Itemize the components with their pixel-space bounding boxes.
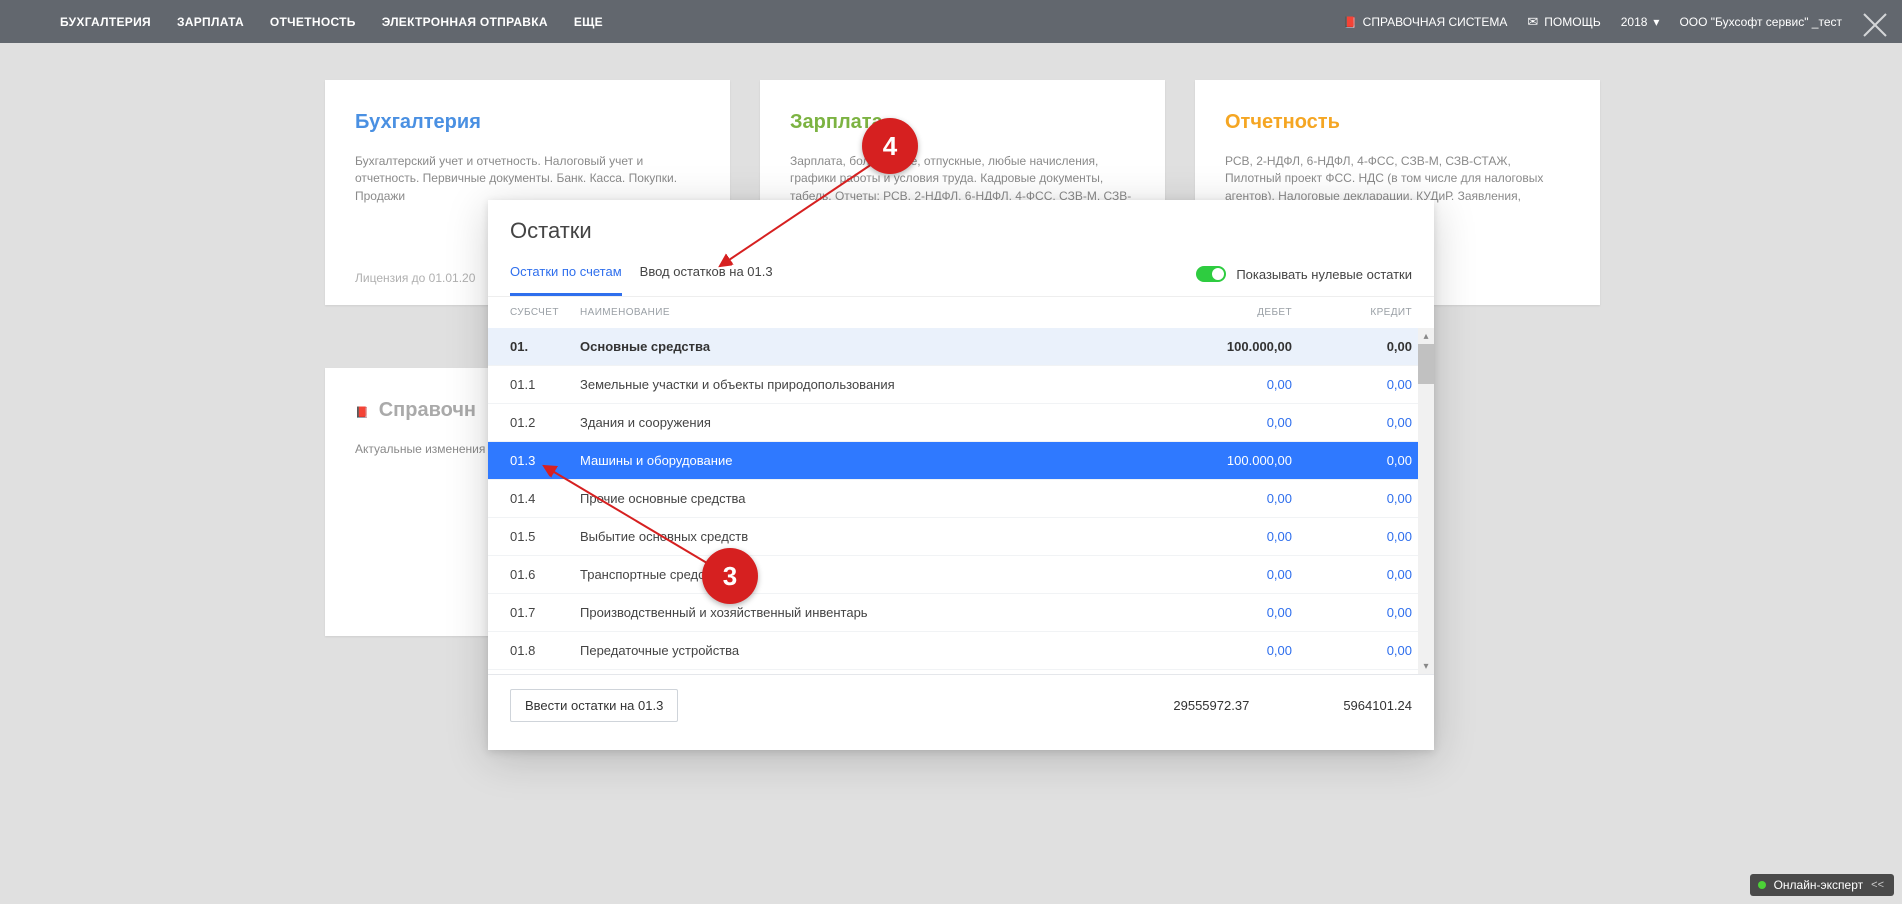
cell-name: Передаточные устройства — [580, 643, 1142, 658]
modal-title: Остатки — [488, 200, 1434, 252]
toggle-show-zero-label: Показывать нулевые остатки — [1236, 267, 1412, 282]
online-expert-widget[interactable]: Онлайн-эксперт << — [1750, 874, 1894, 896]
cell-debit: 0,00 — [1142, 529, 1292, 544]
th-name: НАИМЕНОВАНИЕ — [580, 307, 1142, 318]
cell-credit: 0,00 — [1292, 643, 1412, 658]
scroll-arrow-up[interactable]: ▴ — [1418, 328, 1434, 344]
online-status-dot — [1758, 881, 1766, 889]
cell-name: Земельные участки и объекты природопольз… — [580, 377, 1142, 392]
scroll-arrow-down[interactable]: ▾ — [1418, 658, 1434, 674]
cell-debit: 0,00 — [1142, 605, 1292, 620]
top-nav-left: БУХГАЛТЕРИЯ ЗАРПЛАТА ОТЧЕТНОСТЬ ЭЛЕКТРОН… — [60, 15, 603, 29]
cell-credit: 0,00 — [1292, 605, 1412, 620]
tab-balances-by-accounts[interactable]: Остатки по счетам — [510, 252, 622, 296]
annotation-marker-4: 4 — [862, 118, 918, 174]
table-row[interactable]: 01.9Объекты основных средств, переданные… — [488, 670, 1434, 674]
cell-credit: 0,00 — [1292, 567, 1412, 582]
cell-credit: 0,00 — [1292, 415, 1412, 430]
table-row[interactable]: 01.1Земельные участки и объекты природоп… — [488, 366, 1434, 404]
nav-reference-system[interactable]: СПРАВОЧНАЯ СИСТЕМА — [1343, 15, 1507, 29]
nav-more[interactable]: ЕЩЕ — [574, 15, 603, 29]
collapse-icon: << — [1871, 879, 1884, 891]
modal-footer: Ввести остатки на 01.3 29555972.37 59641… — [488, 674, 1434, 736]
cell-credit: 0,00 — [1292, 377, 1412, 392]
nav-year-select[interactable]: 2018 ▾ — [1621, 15, 1660, 29]
footer-total-debit: 29555972.37 — [1173, 698, 1249, 713]
book-icon — [1343, 15, 1357, 29]
cell-credit: 0,00 — [1292, 491, 1412, 506]
cell-credit: 0,00 — [1292, 529, 1412, 544]
chevron-down-icon: ▾ — [1653, 15, 1659, 29]
table-header: СУБСЧЕТ НАИМЕНОВАНИЕ ДЕБЕТ КРЕДИТ — [488, 297, 1434, 328]
cell-debit: 0,00 — [1142, 643, 1292, 658]
table-row[interactable]: 01.2Здания и сооружения0,000,00 — [488, 404, 1434, 442]
th-credit: КРЕДИТ — [1292, 307, 1412, 318]
nav-accounting[interactable]: БУХГАЛТЕРИЯ — [60, 15, 151, 29]
cell-subaccount: 01. — [510, 339, 580, 354]
nav-company[interactable]: ООО "Бухсофт сервис" _тест — [1679, 15, 1842, 29]
nav-reporting[interactable]: ОТЧЕТНОСТЬ — [270, 15, 356, 29]
cell-credit: 0,00 — [1292, 339, 1412, 354]
card-accounting-license: Лицензия до 01.01.20 — [355, 270, 475, 287]
top-nav-right: СПРАВОЧНАЯ СИСТЕМА ПОМОЩЬ 2018 ▾ ООО "Бу… — [1343, 14, 1842, 30]
card-reporting-title: Отчетность — [1225, 108, 1570, 137]
cell-name: Здания и сооружения — [580, 415, 1142, 430]
scrollbar-thumb[interactable] — [1418, 344, 1434, 384]
cell-credit: 0,00 — [1292, 453, 1412, 468]
nav-esend[interactable]: ЭЛЕКТРОННАЯ ОТПРАВКА — [382, 15, 548, 29]
top-nav: БУХГАЛТЕРИЯ ЗАРПЛАТА ОТЧЕТНОСТЬ ЭЛЕКТРОН… — [0, 0, 1902, 43]
cell-debit: 0,00 — [1142, 491, 1292, 506]
book-icon — [355, 396, 369, 425]
toggle-show-zero[interactable] — [1196, 266, 1226, 282]
th-debit: ДЕБЕТ — [1142, 307, 1292, 318]
annotation-marker-3: 3 — [702, 548, 758, 604]
cell-debit: 0,00 — [1142, 567, 1292, 582]
cell-subaccount: 01.7 — [510, 605, 580, 620]
table-row[interactable]: 01.Основные средства100.000,000,00 — [488, 328, 1434, 366]
cell-subaccount: 01.1 — [510, 377, 580, 392]
close-icon[interactable] — [1860, 10, 1890, 40]
cell-debit: 0,00 — [1142, 415, 1292, 430]
footer-total-credit: 5964101.24 — [1343, 698, 1412, 713]
cell-subaccount: 01.2 — [510, 415, 580, 430]
table-row[interactable]: 01.8Передаточные устройства0,000,00 — [488, 632, 1434, 670]
card-accounting-desc: Бухгалтерский учет и отчетность. Налогов… — [355, 153, 700, 205]
enter-balances-button[interactable]: Ввести остатки на 01.3 — [510, 689, 678, 722]
nav-help[interactable]: ПОМОЩЬ — [1527, 14, 1600, 30]
card-accounting-title: Бухгалтерия — [355, 108, 700, 137]
modal-tabs-row: Остатки по счетам Ввод остатков на 01.3 … — [488, 252, 1434, 297]
card-salary-title: Зарплата — [790, 108, 1135, 137]
nav-salary[interactable]: ЗАРПЛАТА — [177, 15, 244, 29]
th-subaccount: СУБСЧЕТ — [510, 307, 580, 318]
cell-debit: 100.000,00 — [1142, 453, 1292, 468]
cell-debit: 0,00 — [1142, 377, 1292, 392]
cell-debit: 100.000,00 — [1142, 339, 1292, 354]
cell-name: Производственный и хозяйственный инвента… — [580, 605, 1142, 620]
cell-subaccount: 01.8 — [510, 643, 580, 658]
mail-icon — [1527, 14, 1538, 30]
online-expert-label: Онлайн-эксперт — [1774, 878, 1864, 892]
cell-name: Основные средства — [580, 339, 1142, 354]
